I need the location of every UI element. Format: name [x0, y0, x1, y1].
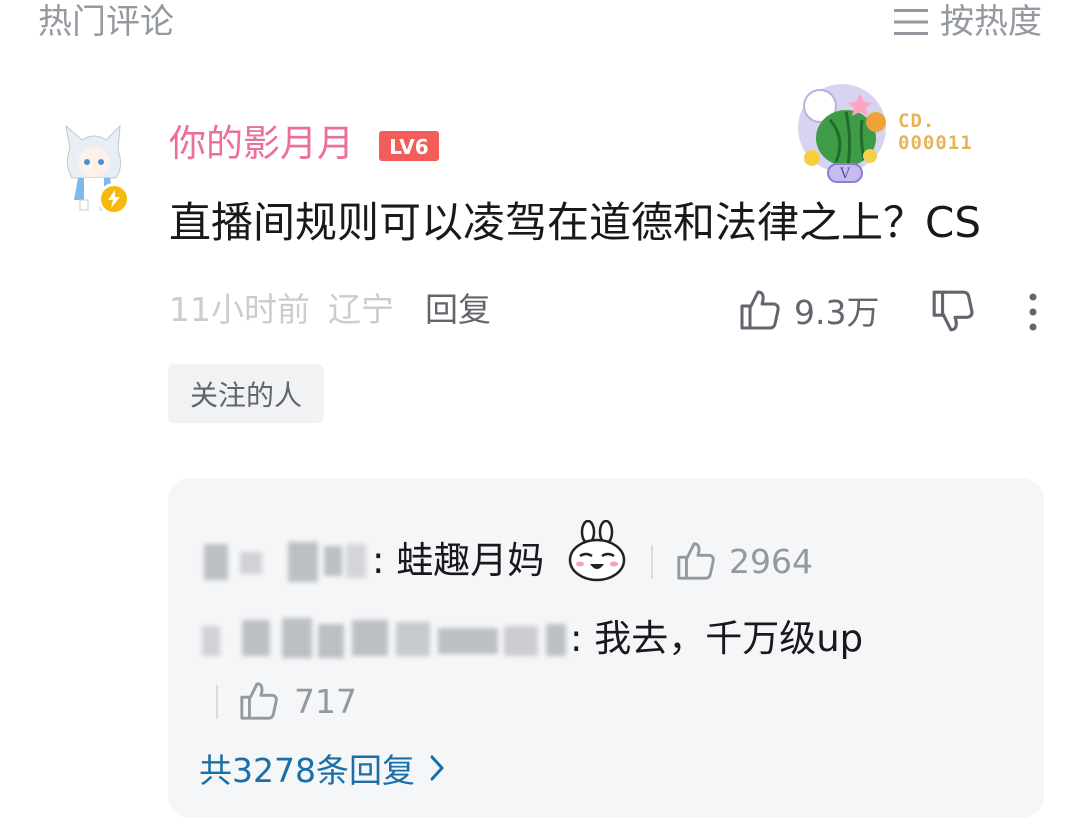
section-title: 热门评论 — [38, 2, 174, 42]
username[interactable]: 你的影月月 — [169, 120, 354, 168]
fan-badge-code-line1: CD. — [898, 110, 936, 132]
divider — [651, 545, 653, 579]
divider — [216, 685, 218, 719]
svg-text:V: V — [839, 166, 851, 182]
reply-1-text: : 蛙趣月妈 — [372, 539, 545, 582]
like-button[interactable]: 9.3万 — [738, 285, 879, 335]
bunny-sticker-icon — [566, 519, 628, 582]
reply-button[interactable]: 回复 — [425, 288, 491, 332]
sort-by-hot-button[interactable]: 按热度 — [894, 2, 1042, 42]
view-all-replies-link[interactable]: 共3278条回复 — [199, 745, 445, 791]
reply-1-like-count: 2964 — [729, 541, 813, 581]
reply-2-username-blurred[interactable] — [200, 616, 572, 662]
level-badge: LV6 — [379, 131, 439, 161]
comment-location: 辽宁 — [328, 290, 394, 329]
reply-1-like-button[interactable]: 2964 — [675, 538, 813, 584]
more-options-button[interactable] — [1018, 290, 1048, 334]
level-text: LV6 — [389, 135, 428, 159]
comment-time: 11小时前 — [169, 290, 310, 329]
reply-2-like-button[interactable]: 717 — [238, 678, 357, 724]
thumbs-down-icon — [932, 290, 974, 332]
fan-badge-code-line2: 000011 — [898, 132, 973, 154]
comment-text: 直播间规则可以凌驾在道德和法律之上？CS — [169, 198, 981, 247]
fan-badge-icon: V — [790, 76, 895, 186]
thumbs-up-icon — [240, 682, 278, 720]
reply-2-like-count: 717 — [294, 681, 357, 721]
thumbs-up-icon — [677, 542, 715, 580]
fan-badge-code: CD. 000011 — [898, 110, 973, 154]
sort-label: 按热度 — [940, 2, 1042, 42]
reply-1-username-blurred[interactable] — [200, 540, 372, 586]
more-vertical-icon — [1029, 293, 1037, 331]
lightning-icon — [98, 183, 130, 215]
followed-tag: 关注的人 — [168, 364, 324, 423]
total-replies-label: 共3278条回复 — [199, 751, 415, 790]
thumbs-up-icon — [740, 290, 780, 330]
reply-2-text: : 我去，千万级up — [570, 617, 864, 660]
like-count: 9.3万 — [794, 293, 880, 332]
menu-lines-icon — [894, 9, 928, 35]
chevron-right-icon — [430, 755, 444, 781]
dislike-button[interactable] — [930, 288, 976, 334]
